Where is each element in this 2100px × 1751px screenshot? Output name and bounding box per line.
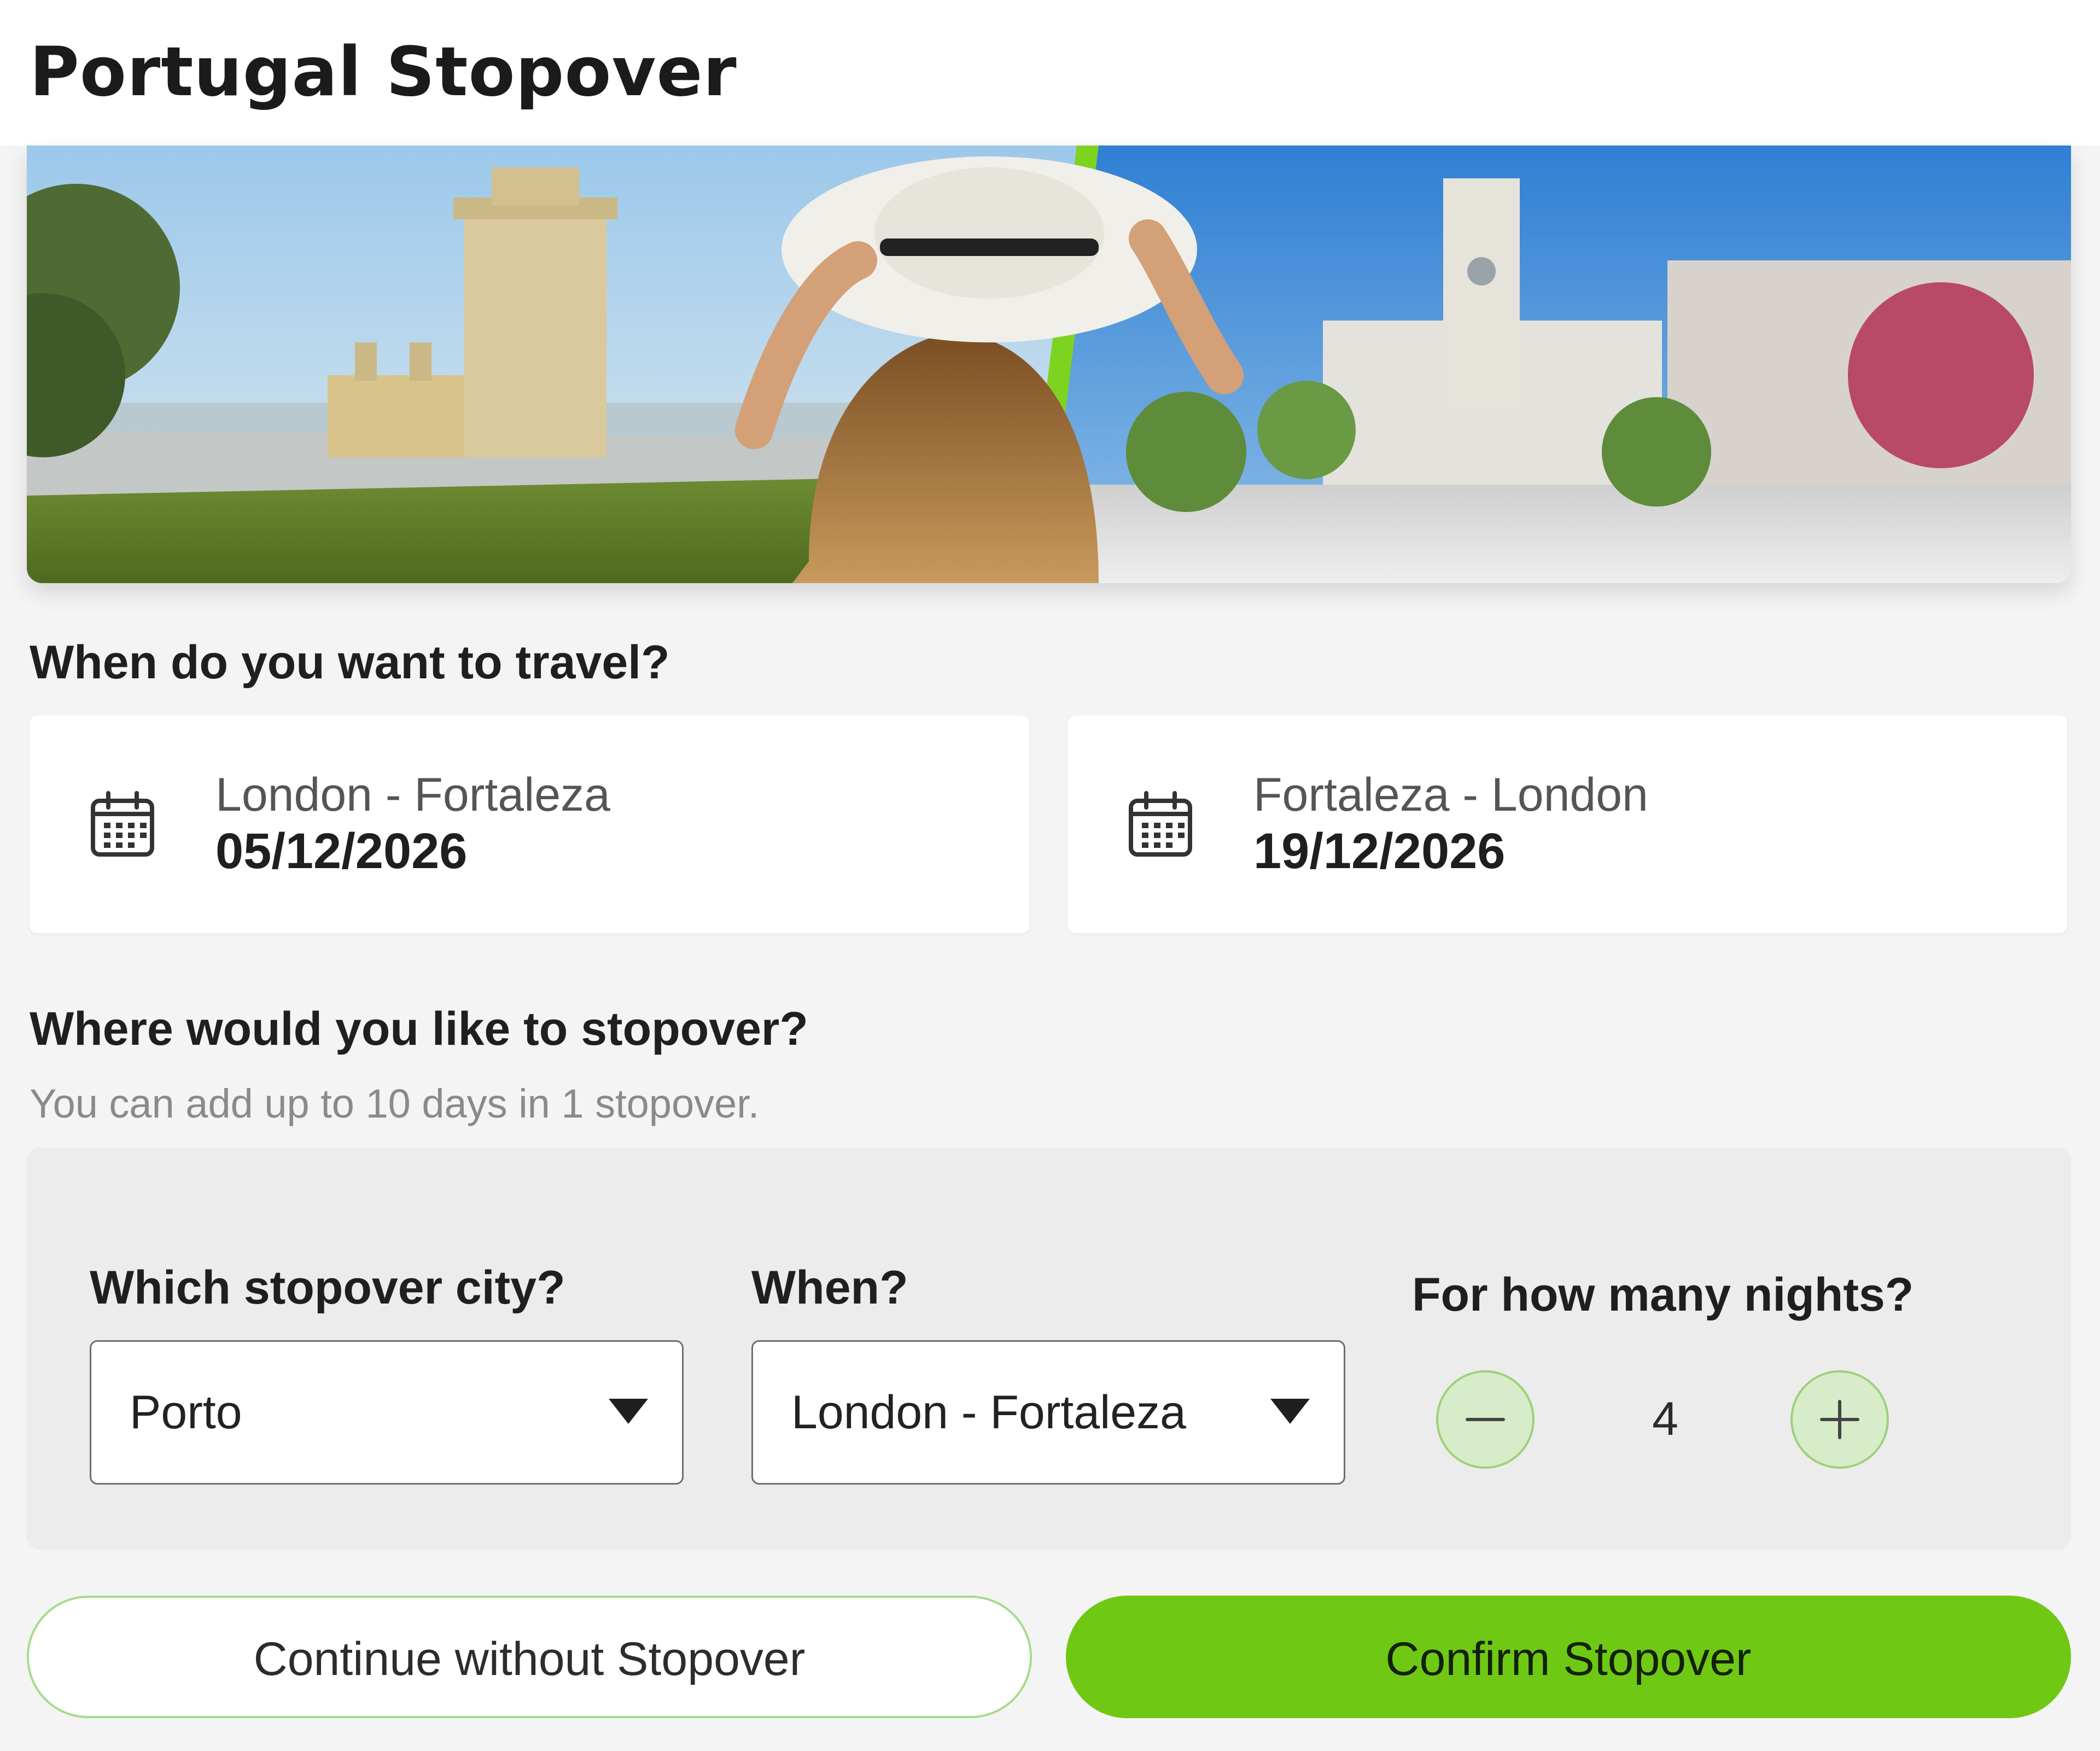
travel-heading: When do you want to travel? bbox=[30, 636, 670, 689]
inbound-route: Fortaleza - London bbox=[1253, 769, 1648, 821]
hero-image bbox=[27, 146, 2071, 583]
nights-label: For how many nights? bbox=[1412, 1269, 1914, 1321]
inbound-date: 19/12/2026 bbox=[1253, 823, 1506, 879]
minus-icon bbox=[1466, 1418, 1505, 1421]
stopover-when-value: London - Fortaleza bbox=[791, 1386, 1186, 1439]
stopover-city-select[interactable]: Porto bbox=[90, 1340, 684, 1485]
nights-value: 4 bbox=[1652, 1393, 1678, 1445]
confirm-stopover-button[interactable]: Confirm Stopover bbox=[1066, 1596, 2071, 1718]
stopover-hint: You can add up to 10 days in 1 stopover. bbox=[30, 1081, 760, 1126]
when-label: When? bbox=[751, 1261, 908, 1314]
page-header: Portugal Stopover bbox=[0, 0, 2100, 146]
caret-down-icon bbox=[1270, 1399, 1310, 1424]
increase-nights-button[interactable] bbox=[1790, 1370, 1889, 1469]
decrease-nights-button[interactable] bbox=[1436, 1370, 1535, 1469]
hero-banner bbox=[27, 146, 2071, 583]
outbound-route: London - Fortaleza bbox=[215, 769, 610, 821]
caret-down-icon bbox=[609, 1399, 648, 1424]
outbound-date-card[interactable]: London - Fortaleza 05/12/2026 bbox=[30, 715, 1029, 933]
city-label: Which stopover city? bbox=[90, 1261, 565, 1314]
calendar-icon bbox=[1129, 791, 1192, 857]
plus-icon bbox=[1820, 1400, 1859, 1439]
stopover-city-value: Porto bbox=[130, 1386, 242, 1439]
calendar-icon bbox=[91, 791, 154, 857]
stopover-heading: Where would you like to stopover? bbox=[30, 1003, 808, 1055]
page-title: Portugal Stopover bbox=[30, 33, 737, 112]
stopover-when-select[interactable]: London - Fortaleza bbox=[751, 1340, 1345, 1485]
continue-without-stopover-button[interactable]: Continue without Stopover bbox=[27, 1596, 1032, 1718]
inbound-date-card[interactable]: Fortaleza - London 19/12/2026 bbox=[1068, 715, 2067, 933]
outbound-date: 05/12/2026 bbox=[215, 823, 468, 879]
